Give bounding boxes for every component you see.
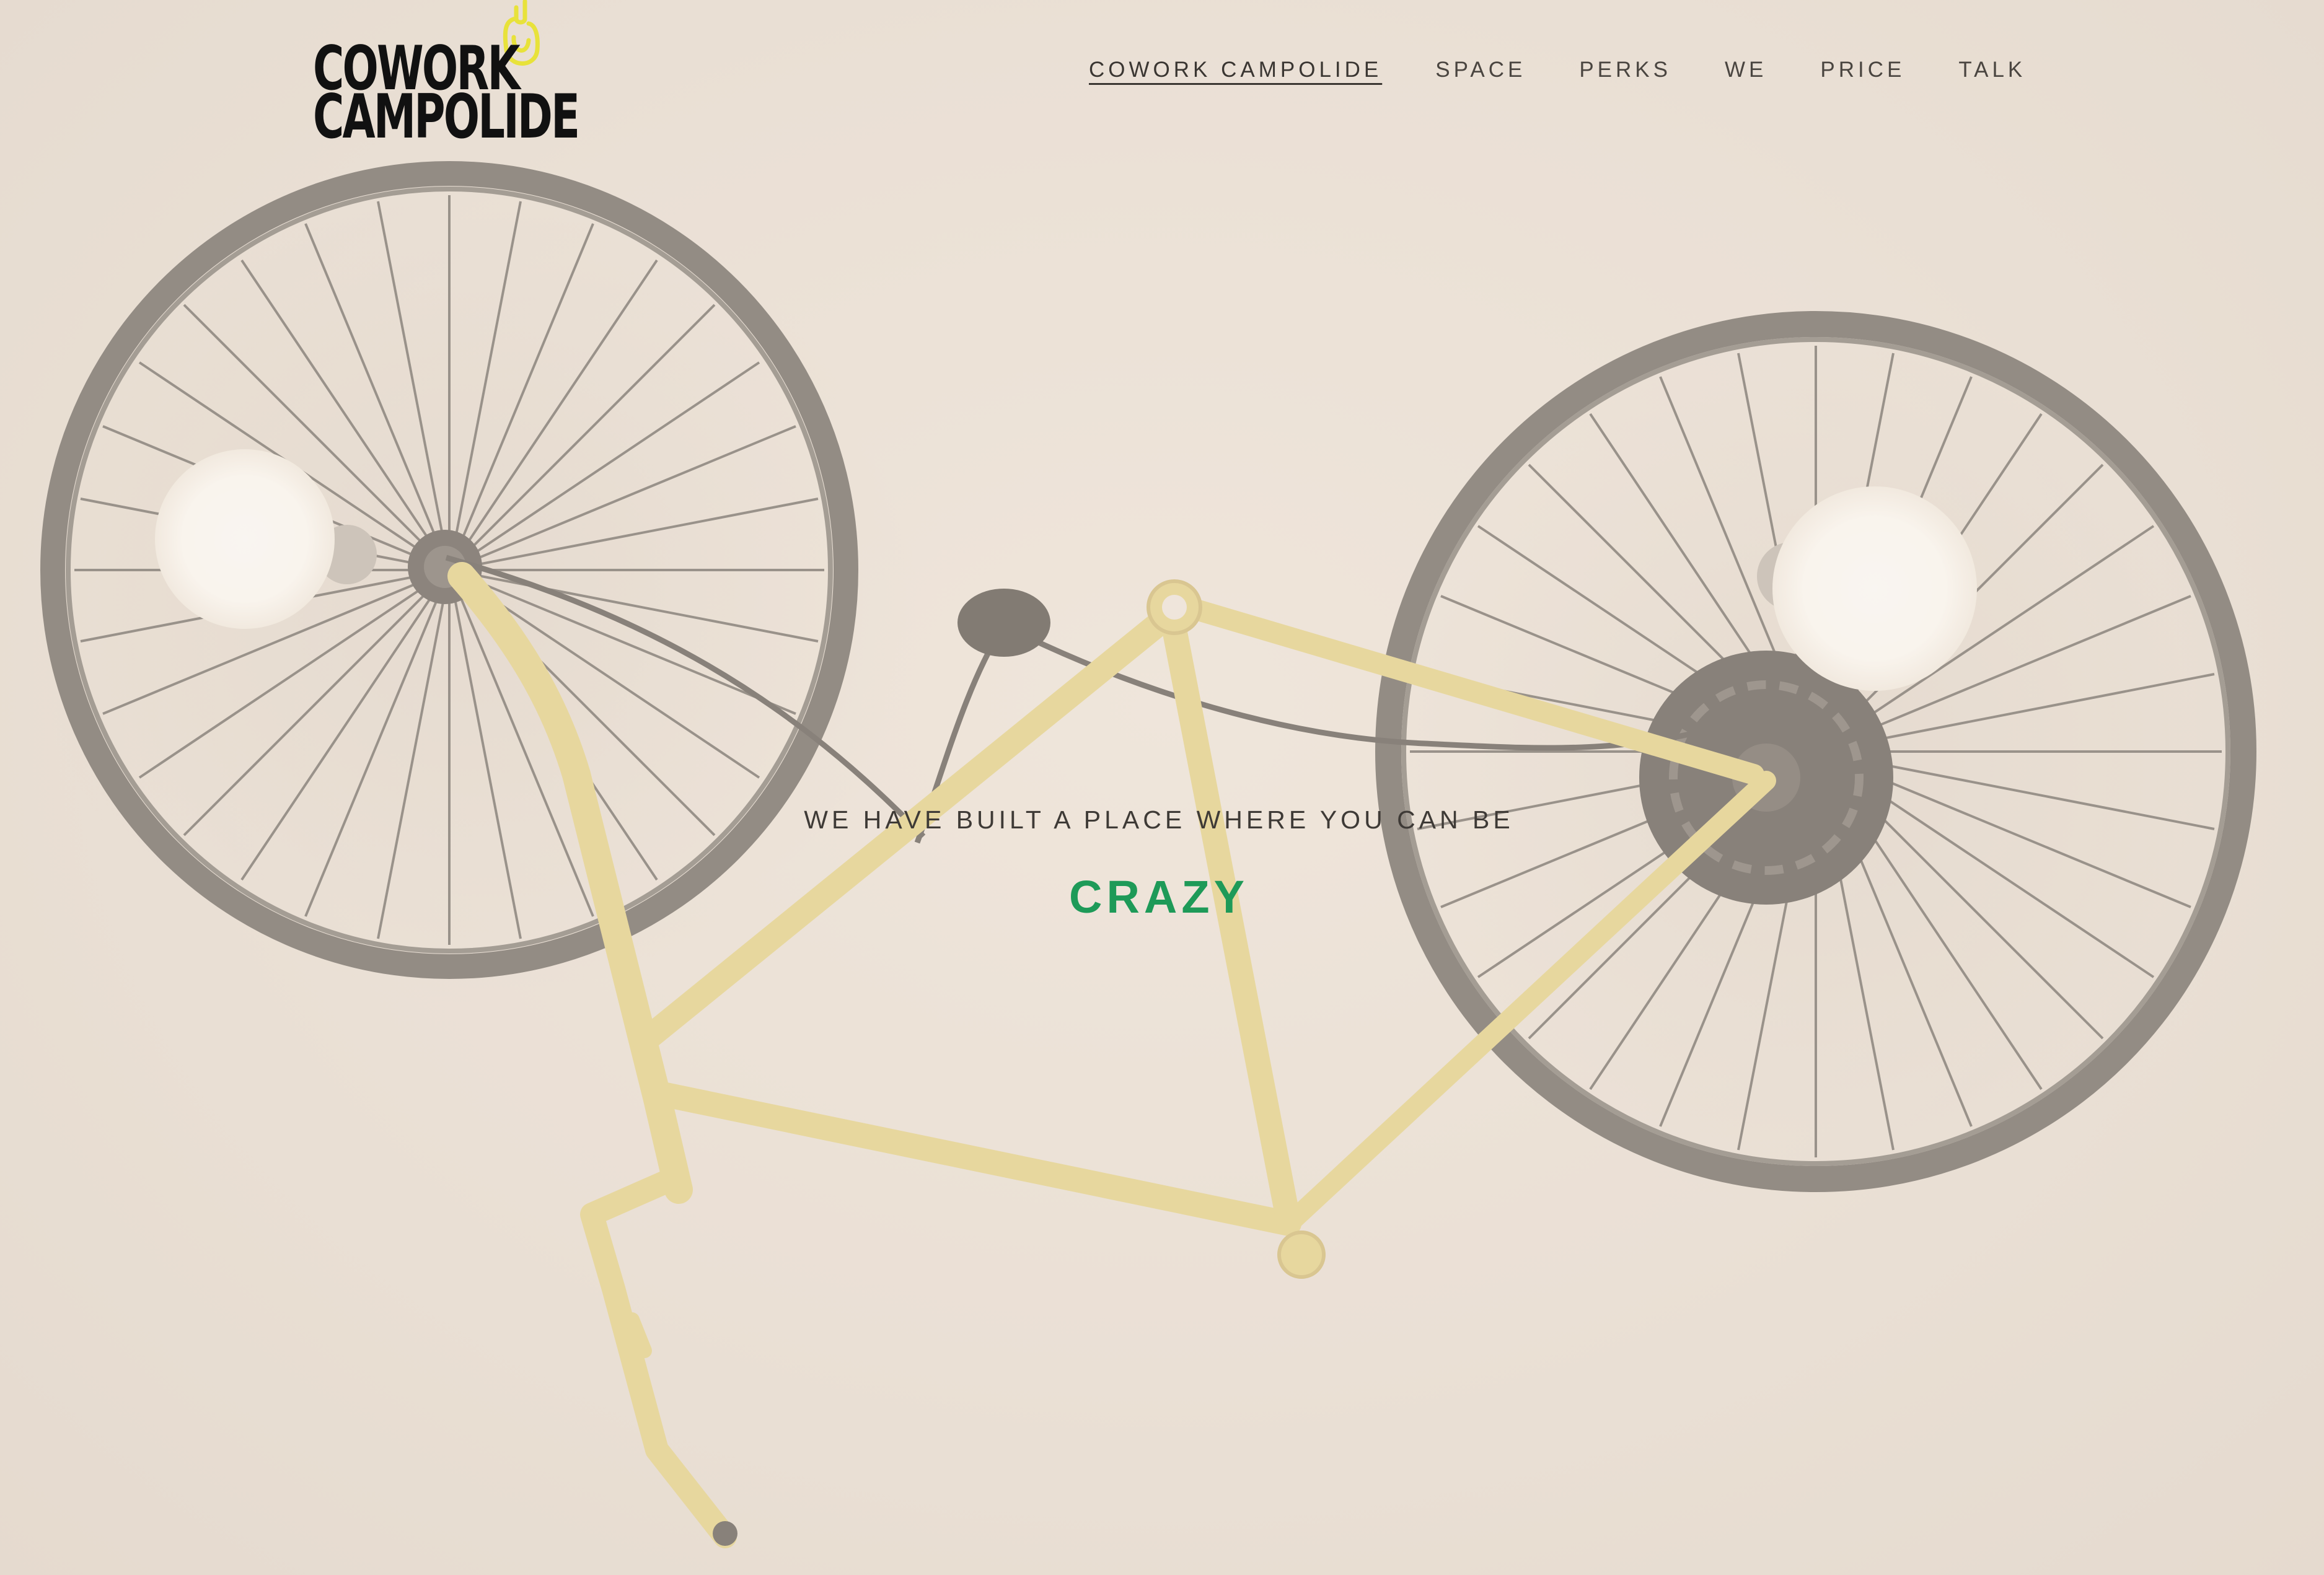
nav-item-space[interactable]: SPACE bbox=[1435, 58, 1526, 82]
nav-item-we[interactable]: WE bbox=[1725, 58, 1767, 82]
nav-item-perks[interactable]: PERKS bbox=[1579, 58, 1671, 82]
main-nav: COWORK CAMPOLIDE SPACE PERKS WE PRICE TA… bbox=[1089, 55, 2026, 86]
hero-message: WE HAVE BUILT A PLACE WHERE YOU CAN BE C… bbox=[0, 805, 2318, 923]
hero-tagline: WE HAVE BUILT A PLACE WHERE YOU CAN BE bbox=[804, 805, 1514, 834]
cowork-campolide-logo[interactable]: COWORK CAMPOLIDE bbox=[313, 0, 580, 147]
hero-highlight-word: CRAZY bbox=[1069, 871, 1249, 923]
bicycle-lamp-photo bbox=[25, 161, 2262, 1548]
hero-section bbox=[0, 0, 2324, 1575]
logo-text-line2: CAMPOLIDE bbox=[313, 82, 580, 152]
nav-item-talk[interactable]: TALK bbox=[1958, 58, 2026, 82]
site-header: COWORK CAMPOLIDE COWORK CAMPOLIDE SPACE … bbox=[0, 0, 2324, 149]
nav-item-cowork-campolide[interactable]: COWORK CAMPOLIDE bbox=[1089, 58, 1382, 82]
nav-item-price[interactable]: PRICE bbox=[1820, 58, 1905, 82]
